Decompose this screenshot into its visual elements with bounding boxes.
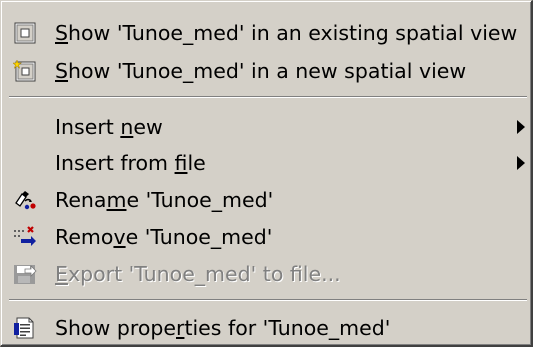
insert-new-submenu-item[interactable]: Insert new [7,109,529,145]
menu-item-label: Rename 'Tunoe_med' [55,188,274,212]
insert-from-file-submenu-item[interactable]: Insert from file [7,145,529,181]
properties-icon [13,317,37,339]
menu-item-label: Show 'Tunoe_med' in an existing spatial … [55,21,518,45]
menu-item-label: Show properties for 'Tunoe_med' [55,316,391,340]
menu-item-label: Export 'Tunoe_med' to file... [55,262,341,286]
menu-separator [9,96,527,98]
submenu-arrow-icon [517,156,525,170]
menu-item-label: Insert from file [55,151,206,175]
rename-icon [13,189,37,211]
menu-item-label: Show 'Tunoe_med' in a new spatial view [55,59,467,83]
spatial-view-icon [13,22,37,44]
submenu-arrow-icon [517,120,525,134]
new-spatial-view-icon [12,59,37,82]
show-in-existing-spatial-view-item[interactable]: Show 'Tunoe_med' in an existing spatial … [7,15,529,51]
rename-item[interactable]: Rename 'Tunoe_med' [7,182,529,218]
export-icon [13,263,37,285]
remove-icon [13,226,37,248]
menu-item-label: Insert new [55,115,163,139]
menu-item-label: Remove 'Tunoe_med' [55,225,273,249]
context-menu: Show 'Tunoe_med' in an existing spatial … [0,0,533,347]
export-to-file-item: Export 'Tunoe_med' to file... [7,256,529,292]
show-properties-item[interactable]: Show properties for 'Tunoe_med' [7,310,529,346]
show-in-new-spatial-view-item[interactable]: Show 'Tunoe_med' in a new spatial view [7,53,529,89]
menu-separator [9,299,527,301]
remove-item[interactable]: Remove 'Tunoe_med' [7,219,529,255]
